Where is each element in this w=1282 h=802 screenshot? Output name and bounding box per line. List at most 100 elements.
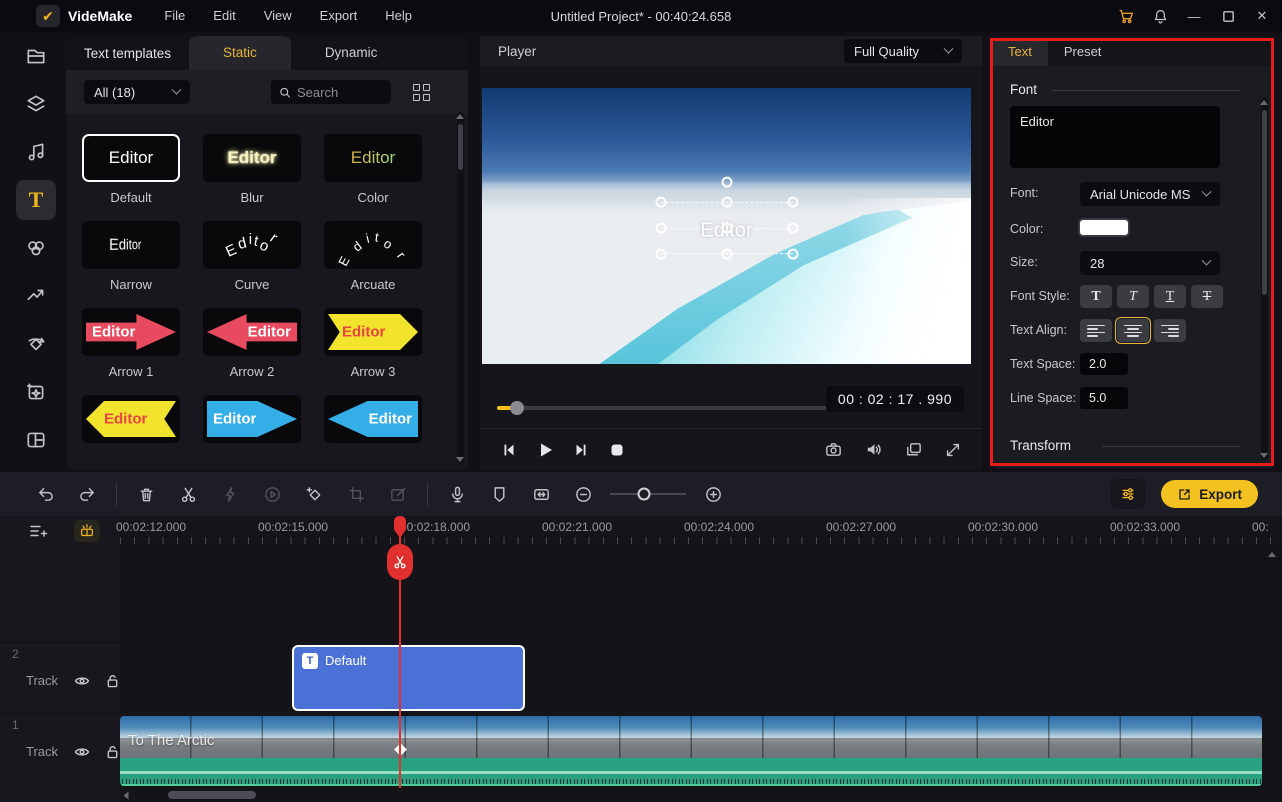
category-dropdown[interactable]: All (18) — [84, 80, 190, 104]
grid-view-icon[interactable] — [413, 84, 430, 101]
prev-frame-icon[interactable] — [496, 437, 522, 463]
bell-icon[interactable] — [1148, 4, 1172, 28]
sidebar-item-transitions[interactable] — [16, 276, 56, 316]
sidebar-item-media[interactable] — [16, 36, 56, 76]
align-left-button[interactable] — [1080, 319, 1112, 342]
magnetic-timeline-icon[interactable] — [74, 520, 100, 542]
fit-timeline-icon[interactable] — [524, 479, 558, 509]
template-card-curve[interactable]: Editor Curve — [203, 221, 301, 293]
zoom-slider-knob[interactable] — [638, 488, 651, 501]
play-icon[interactable] — [532, 437, 558, 463]
crop-icon[interactable] — [339, 479, 373, 509]
template-card-arrow2[interactable]: Editor Arrow 2 — [203, 308, 301, 380]
font-family-dropdown[interactable]: Arial Unicode MS — [1080, 182, 1220, 206]
stop-icon[interactable] — [604, 437, 630, 463]
tab-text[interactable]: Text — [992, 38, 1048, 66]
play-speed-icon[interactable] — [255, 479, 289, 509]
template-card-default[interactable]: Editor Default — [82, 134, 180, 206]
template-card-blur[interactable]: Editor Blur — [203, 134, 301, 206]
progress-knob[interactable] — [510, 401, 524, 415]
resize-handle[interactable] — [787, 249, 798, 260]
sidebar-item-audio[interactable] — [16, 132, 56, 172]
resize-handle[interactable] — [721, 249, 732, 260]
align-center-button[interactable] — [1117, 319, 1149, 342]
pip-icon[interactable] — [900, 437, 926, 463]
line-space-input[interactable]: 5.0 — [1080, 387, 1128, 409]
properties-scrollbar[interactable] — [1261, 98, 1268, 460]
rotate-handle[interactable] — [721, 177, 732, 188]
resize-handle[interactable] — [721, 223, 732, 234]
timeline-hscrollbar[interactable] — [120, 790, 1282, 800]
resize-handle[interactable] — [655, 197, 666, 208]
resize-handle[interactable] — [787, 223, 798, 234]
template-card-arrow4[interactable]: Editor — [82, 395, 180, 467]
fullscreen-icon[interactable] — [940, 437, 966, 463]
quality-dropdown[interactable]: Full Quality — [844, 39, 962, 63]
menu-file[interactable]: File — [150, 0, 199, 32]
menu-edit[interactable]: Edit — [199, 0, 249, 32]
tab-static[interactable]: Static — [189, 36, 291, 70]
italic-button[interactable]: T — [1117, 285, 1149, 308]
color-swatch[interactable] — [1080, 220, 1128, 235]
next-frame-icon[interactable] — [568, 437, 594, 463]
timeline-ruler[interactable]: 00:02:12.000 00:02:15.000 00:02:18.000 0… — [120, 516, 1282, 546]
marker-icon[interactable] — [482, 479, 516, 509]
zoom-in-icon[interactable] — [696, 479, 730, 509]
text-space-input[interactable]: 2.0 — [1080, 353, 1128, 375]
track-lock-icon[interactable] — [106, 674, 119, 688]
template-card-arrow6[interactable]: Editor — [324, 395, 422, 467]
text-clip-default[interactable]: T Default — [292, 645, 525, 711]
sidebar-item-filters[interactable] — [16, 228, 56, 268]
cut-icon[interactable] — [171, 479, 205, 509]
search-input[interactable] — [297, 85, 383, 100]
timeline-vscroll-up-arrow[interactable] — [1268, 552, 1276, 557]
track-lock-icon[interactable] — [106, 745, 119, 759]
template-card-narrow[interactable]: Editor Narrow — [82, 221, 180, 293]
sidebar-item-effects[interactable] — [16, 324, 56, 364]
sidebar-item-elements[interactable] — [16, 372, 56, 412]
text-content-input[interactable]: Editor — [1010, 106, 1220, 168]
volume-icon[interactable] — [860, 437, 886, 463]
resize-handle[interactable] — [787, 197, 798, 208]
bold-button[interactable]: T — [1080, 285, 1112, 308]
close-icon[interactable]: ✕ — [1250, 4, 1274, 28]
sidebar-item-splitscreen[interactable] — [16, 420, 56, 460]
keyframe-icon[interactable] — [297, 479, 331, 509]
record-voiceover-icon[interactable] — [440, 479, 474, 509]
export-settings-icon[interactable] — [1111, 479, 1145, 509]
tab-dynamic[interactable]: Dynamic — [291, 36, 412, 70]
edit-canvas-icon[interactable] — [381, 479, 415, 509]
redo-icon[interactable] — [70, 479, 104, 509]
template-card-color[interactable]: Editor Color — [324, 134, 422, 206]
menu-view[interactable]: View — [250, 0, 306, 32]
zoom-out-icon[interactable] — [566, 479, 600, 509]
size-dropdown[interactable]: 28 — [1080, 251, 1220, 275]
minimize-icon[interactable]: — — [1182, 4, 1206, 28]
hscroll-thumb[interactable] — [168, 791, 256, 799]
timeline-tracks-area[interactable]: T Default To The Arctic — [120, 546, 1282, 802]
resize-handle[interactable] — [655, 223, 666, 234]
menu-help[interactable]: Help — [371, 0, 426, 32]
text-selection-overlay[interactable]: Editor — [661, 202, 793, 254]
resize-handle[interactable] — [721, 197, 732, 208]
playhead-cut-badge[interactable] — [387, 544, 413, 580]
menu-export[interactable]: Export — [306, 0, 372, 32]
maximize-icon[interactable] — [1216, 4, 1240, 28]
scroll-left-arrow[interactable] — [124, 791, 129, 799]
template-card-arrow5[interactable]: Editor — [203, 395, 301, 467]
speed-icon[interactable] — [213, 479, 247, 509]
video-preview[interactable]: Editor — [482, 88, 971, 364]
tab-preset[interactable]: Preset — [1048, 38, 1118, 66]
add-track-icon[interactable] — [28, 521, 48, 541]
timeline-zoom-slider[interactable] — [610, 493, 686, 495]
template-card-arrow3[interactable]: Editor Arrow 3 — [324, 308, 422, 380]
delete-icon[interactable] — [129, 479, 163, 509]
resize-handle[interactable] — [655, 249, 666, 260]
template-card-arrow1[interactable]: Editor Arrow 1 — [82, 308, 180, 380]
video-clip[interactable]: To The Arctic — [120, 716, 1262, 786]
cart-icon[interactable] — [1114, 4, 1138, 28]
template-card-arcuate[interactable]: Editor Arcuate — [324, 221, 422, 293]
sidebar-item-text[interactable]: T — [16, 180, 56, 220]
playback-progress-bar[interactable] — [497, 406, 830, 410]
export-button[interactable]: Export — [1161, 480, 1258, 508]
